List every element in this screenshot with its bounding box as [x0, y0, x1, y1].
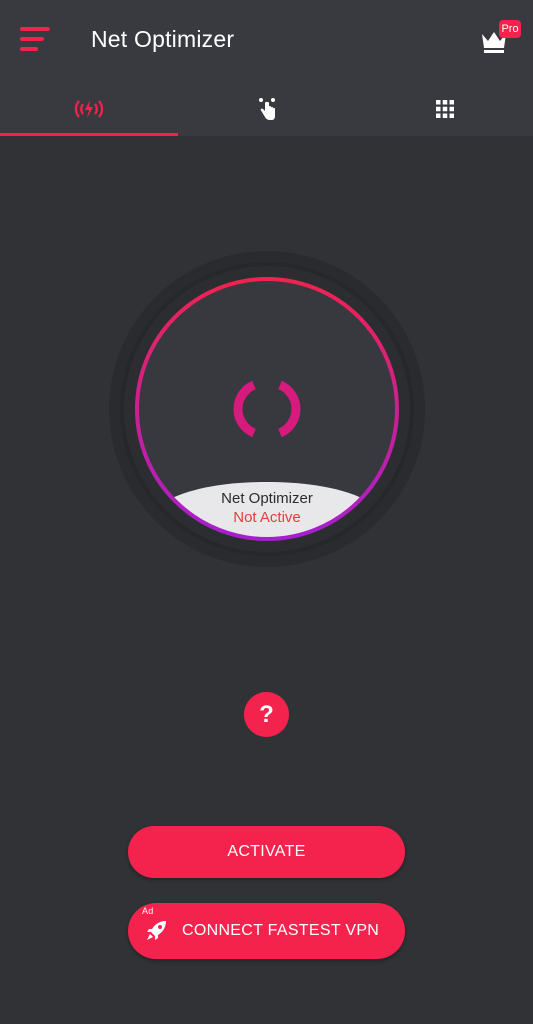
tab-bar	[0, 82, 533, 136]
grid-icon	[436, 100, 454, 118]
ad-tag: Ad	[142, 906, 154, 916]
hamburger-menu-icon[interactable]	[20, 26, 52, 56]
rocket-icon	[147, 921, 166, 940]
pro-badge: Pro	[499, 20, 521, 38]
help-button[interactable]: ?	[244, 692, 289, 737]
tab-grid[interactable]	[356, 82, 533, 136]
active-tab-indicator	[0, 133, 178, 136]
touch-hand-icon	[259, 98, 275, 120]
activate-button[interactable]: ACTIVATE	[128, 826, 405, 878]
pro-upgrade-button[interactable]: Pro	[478, 20, 524, 58]
connect-vpn-label: CONNECT FASTEST VPN	[182, 922, 380, 939]
gauge-caption-title: Net Optimizer	[221, 490, 313, 507]
gauge-caption: Net Optimizer Not Active	[175, 489, 359, 527]
connect-vpn-button[interactable]: Ad CONNECT FASTEST VPN	[128, 903, 405, 959]
app-title: Net Optimizer	[91, 26, 235, 52]
tab-touch[interactable]	[178, 82, 356, 136]
gauge-status-text: Not Active	[233, 509, 301, 526]
app-header: Net Optimizer Pro	[0, 0, 533, 82]
signal-bolt-icon	[74, 100, 104, 118]
tab-optimizer[interactable]	[0, 82, 178, 136]
